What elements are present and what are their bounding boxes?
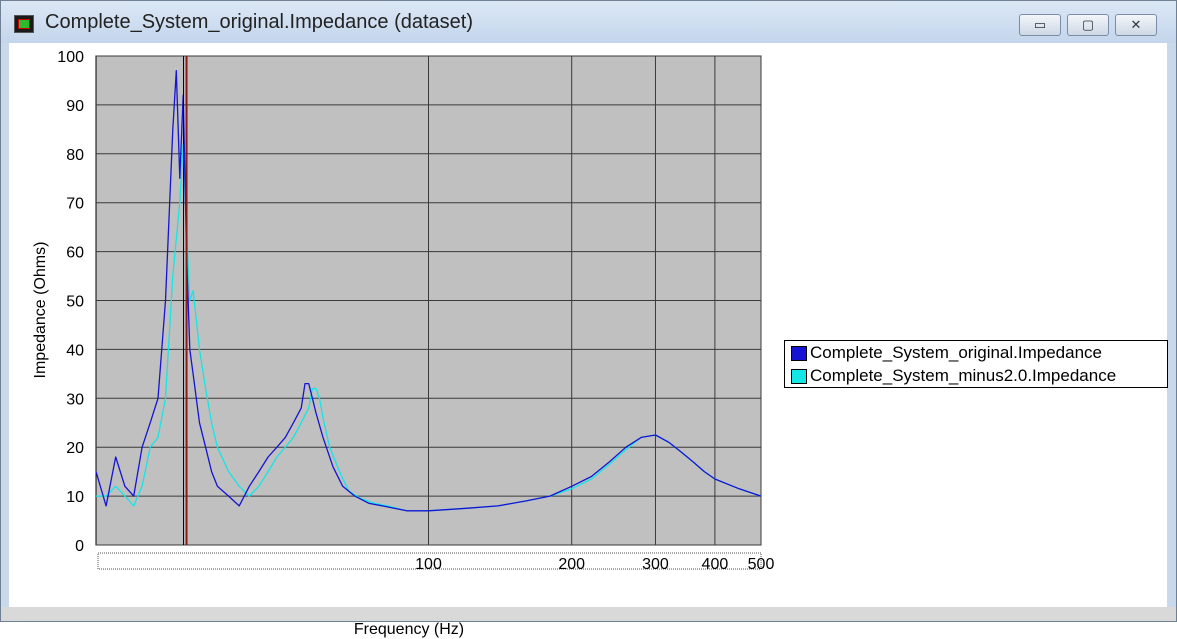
y-tick-label: 30 — [66, 391, 84, 408]
legend-label-original: Complete_System_original.Impedance — [810, 343, 1102, 362]
window-title: Complete_System_original.Impedance (data… — [45, 11, 473, 33]
minimize-icon: ▭ — [1033, 17, 1047, 32]
y-tick-label: 60 — [66, 245, 84, 262]
x-tick-label: 500 — [748, 556, 775, 573]
close-button[interactable]: ✕ — [1115, 14, 1157, 36]
impedance-chart[interactable]: 0 10 20 30 40 50 60 70 80 90 100 100 200 300 400 500 — [9, 43, 779, 623]
y-tick-label: 50 — [66, 294, 84, 311]
maximize-button[interactable]: ▢ — [1067, 14, 1109, 36]
legend-label-minus: Complete_System_minus2.0.Impedance — [810, 366, 1117, 385]
y-tick-label: 100 — [57, 49, 84, 66]
y-tick-label: 10 — [66, 489, 84, 506]
chart-area: 0 10 20 30 40 50 60 70 80 90 100 100 200 300 400 500 Im… — [9, 43, 1168, 638]
x-tick-label: 200 — [558, 556, 585, 573]
minimize-button[interactable]: ▭ — [1019, 14, 1061, 36]
x-tick-label: 300 — [642, 556, 669, 573]
close-icon: ✕ — [1130, 17, 1142, 32]
app-icon[interactable] — [14, 15, 34, 33]
x-axis-label: Frequency (Hz) — [353, 621, 465, 638]
x-tick-label: 400 — [702, 556, 729, 573]
legend-item-minus[interactable]: Complete_System_minus2.0.Impedance — [785, 364, 1167, 387]
y-tick-label: 90 — [66, 98, 84, 115]
x-tick-label: 100 — [415, 556, 442, 573]
maximize-icon: ▢ — [1081, 17, 1095, 32]
legend[interactable]: Complete_System_original.Impedance Compl… — [784, 340, 1168, 388]
dataset-window: Complete_System_original.Impedance (data… — [0, 0, 1177, 638]
y-axis-label: Impedance (Ohms) — [32, 241, 49, 379]
y-tick-label: 20 — [66, 440, 84, 457]
legend-swatch-original — [791, 346, 807, 361]
legend-item-original[interactable]: Complete_System_original.Impedance — [785, 341, 1167, 364]
legend-swatch-minus — [791, 369, 807, 384]
y-tick-label: 70 — [66, 196, 84, 213]
y-tick-label: 80 — [66, 147, 84, 164]
y-tick-label: 40 — [66, 342, 84, 359]
title-bar[interactable]: Complete_System_original.Impedance (data… — [1, 1, 1176, 43]
status-strip — [1, 607, 1176, 621]
y-tick-label: 0 — [75, 538, 84, 555]
